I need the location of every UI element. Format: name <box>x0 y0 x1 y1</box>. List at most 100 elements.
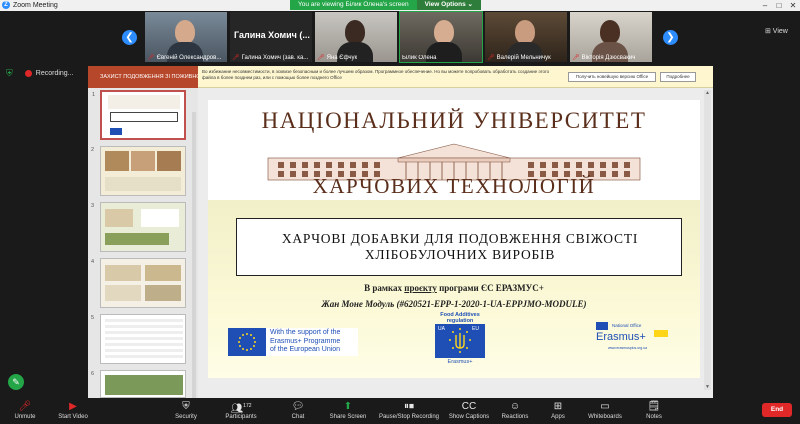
thumbnail-banner <box>105 233 169 245</box>
participants-label: Participants <box>225 414 257 420</box>
security-label: Security <box>175 414 197 420</box>
person-head <box>434 20 454 44</box>
smiley-icon: ☺︎ <box>509 401 521 412</box>
minimize-icon[interactable]: – <box>758 0 772 11</box>
participant-name: Білик Олена <box>402 55 437 61</box>
participant-strip: ❮ 🎤︎ Євгеній Олександров... Галина Хомич … <box>0 11 800 64</box>
person-head <box>175 20 195 44</box>
eu-support-text: With the support of the Erasmus+ Program… <box>270 329 340 355</box>
slide-scrollbar[interactable]: ▲ ▼ <box>704 90 711 390</box>
university-name-line2: ХАРЧОВИХ ТЕХНОЛОГІЙ <box>312 174 596 198</box>
thumbnail-image <box>131 151 155 171</box>
apps-button[interactable]: ⊞ Apps <box>544 400 572 421</box>
meeting-toolbar: 🎤︎ Unmute ▶︎ Start Video ⛨ Security 👥︎17… <box>0 398 800 424</box>
slide-thumbnail[interactable]: 6 <box>91 370 186 398</box>
muted-mic-icon: 🎤︎ <box>572 55 580 61</box>
thumbnail-image <box>105 265 141 281</box>
participant-tile[interactable]: 🎤︎ Вікторія Дзюсвакич <box>570 12 652 62</box>
details-button[interactable]: Подробнее <box>660 72 696 82</box>
share-screen-button[interactable]: ⬆︎ Share Screen <box>326 400 370 421</box>
view-button[interactable]: ⊞ View <box>765 27 788 35</box>
food-additives-caption: Food Additives regulation <box>432 312 488 324</box>
participant-tile-active[interactable]: Галина Хомич (... 🎤︎ Галина Хомич (зав. к… <box>230 12 312 62</box>
show-captions-button[interactable]: CC Show Captions <box>448 400 490 421</box>
thumbnails-scrollbar[interactable] <box>192 112 196 412</box>
module-line: Жан Моне Модуль (#620521-EPP-1-2020-1-UA… <box>321 299 587 309</box>
participant-tile[interactable]: 🎤︎ Євгеній Олександров... <box>145 12 227 62</box>
fa-eu-label: EU <box>472 326 479 332</box>
security-button[interactable]: ⛨ Security <box>168 400 204 421</box>
thumbnail-header <box>108 95 180 109</box>
thumbnail-table <box>105 319 183 359</box>
participant-name: 🎤︎ Вікторія Дзюсвакич <box>572 55 636 61</box>
slide-thumbnail[interactable]: 2 <box>91 146 186 196</box>
thumbnail-number: 3 <box>91 203 95 209</box>
participants-button[interactable]: 👥︎172 Participants <box>218 400 264 421</box>
close-icon[interactable]: ✕ <box>786 0 800 11</box>
participant-tile-speaking[interactable]: Білик Олена <box>399 11 483 63</box>
annotate-pencil-icon[interactable]: ✎ <box>8 374 24 390</box>
zoom-window: Z Zoom Meeting – □ ✕ You are viewing Біл… <box>0 0 800 424</box>
scroll-down-icon[interactable]: ▼ <box>704 384 711 390</box>
national-office-label: National Office <box>612 323 642 328</box>
next-page-arrow-icon[interactable]: ❯ <box>663 30 678 45</box>
thumbnail-number: 6 <box>91 371 95 377</box>
recording-indicator[interactable]: ⛨ Recording... <box>6 68 74 79</box>
notes-icon: 🗒︎ <box>647 401 661 412</box>
unmute-button[interactable]: 🎤︎ Unmute <box>8 400 42 421</box>
notes-button[interactable]: 🗒︎ Notes <box>640 400 668 421</box>
participant-tile[interactable]: 🎤︎ Яна Єфчук <box>315 12 397 62</box>
end-meeting-button[interactable]: End <box>762 403 792 417</box>
captions-icon: CC <box>461 401 477 412</box>
warning-text: Во избежание несовместимости, в эсквизе … <box>202 69 562 81</box>
slide-thumbnail[interactable]: 4 <box>91 258 186 308</box>
recording-label: Recording... <box>35 70 74 77</box>
thumbnail-title-box <box>110 112 178 122</box>
slide-thumbnail[interactable]: 5 <box>91 314 186 364</box>
eu-support-line: Erasmus+ Programme <box>270 337 341 345</box>
participant-big-label: Галина Хомич (... <box>234 30 310 40</box>
chat-button[interactable]: 💬︎ Chat <box>284 400 312 421</box>
maximize-icon[interactable]: □ <box>772 0 786 11</box>
project-underlined: проєкту <box>404 283 437 293</box>
pause-stop-icon: ⏸︎⏹︎ <box>404 401 414 412</box>
slide-thumbnail[interactable]: 3 <box>91 202 186 252</box>
fa-erasmus-label: Erasmus+ <box>447 359 473 365</box>
start-video-button[interactable]: ▶︎ Start Video <box>52 400 94 421</box>
participants-count: 172 <box>243 403 252 409</box>
participant-name: 🎤︎ Яна Єфчук <box>317 55 358 61</box>
record-label: Pause/Stop Recording <box>378 414 440 420</box>
get-office-button[interactable]: Получить новейшую версию Office <box>568 72 656 82</box>
start-video-label: Start Video <box>58 414 88 420</box>
thumbnail-image <box>105 285 141 301</box>
project-line: В рамках проєкту програми ЄС ЕРАЗМУС+ <box>208 283 700 293</box>
chat-bubble-icon: 💬︎ <box>291 401 305 412</box>
slide-title-box: ХАРЧОВІ ДОБАВКИ ДЛЯ ПОДОВЖЕННЯ СВІЖОСТІ … <box>236 218 682 276</box>
muted-mic-icon: 🎤︎ <box>147 55 155 61</box>
eu-support-line: With the support of the <box>270 329 341 336</box>
view-options-button[interactable]: View Options ⌄ <box>416 0 481 10</box>
project-suffix: програми ЄС ЕРАЗМУС+ <box>436 283 544 293</box>
participant-tile[interactable]: 🎤︎ Валерій Мельничук <box>485 12 567 62</box>
eu-flag-icon <box>228 328 266 356</box>
participant-name: 🎤︎ Валерій Мельничук <box>487 55 551 61</box>
pause-stop-recording-button[interactable]: ⏸︎⏹︎ Pause/Stop Recording <box>376 400 442 421</box>
slide-title-line2: ХЛІБОБУЛОЧНИХ ВИРОБІВ <box>364 247 556 262</box>
unmute-label: Unmute <box>14 414 36 420</box>
document-title: ЗАХИСТ ПОДОВЖЕННЯ ЗІ ПОЖИВНОГО... <box>88 66 198 88</box>
scroll-up-icon[interactable]: ▲ <box>704 90 711 96</box>
shield-icon: ⛨ <box>6 68 13 78</box>
reactions-button[interactable]: ☺︎ Reactions <box>498 400 532 421</box>
prev-page-arrow-icon[interactable]: ❮ <box>122 30 137 45</box>
thumbnail-eu-flag <box>110 128 122 135</box>
notes-label: Notes <box>646 414 662 420</box>
whiteboards-button[interactable]: ▭ Whiteboards <box>582 400 628 421</box>
window-title: Zoom Meeting <box>13 2 58 9</box>
chat-label: Chat <box>291 414 305 420</box>
eu-support-line: of the European Union <box>270 346 341 353</box>
video-off-icon: ▶︎ <box>69 401 77 412</box>
person-head <box>515 20 535 44</box>
thumbnail-number: 5 <box>91 315 95 321</box>
slide-thumbnail[interactable]: 1 <box>92 90 186 140</box>
participant-name: 🎤︎ Галина Хомич (зав. ка... <box>232 55 309 61</box>
